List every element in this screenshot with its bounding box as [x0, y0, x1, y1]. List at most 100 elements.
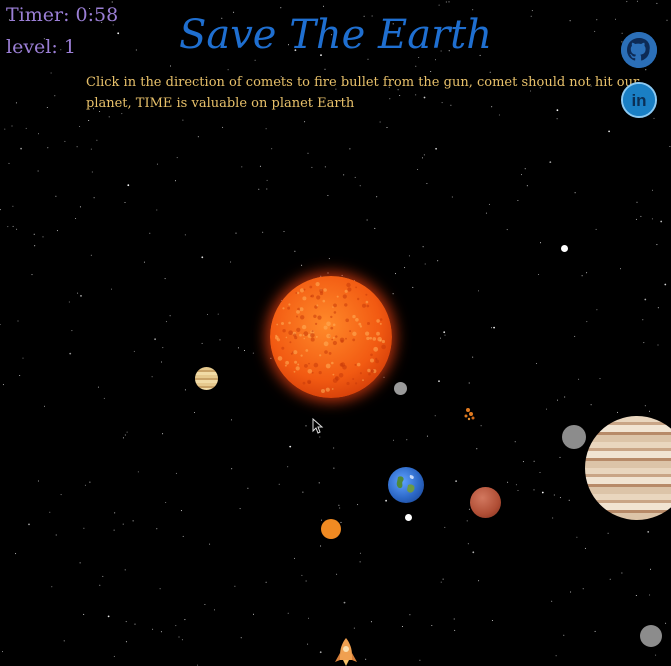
star [252, 352, 254, 354]
star [443, 331, 446, 334]
star [307, 152, 309, 154]
star [319, 651, 322, 654]
star [149, 232, 151, 234]
star [55, 195, 57, 197]
star [440, 581, 442, 583]
star [323, 5, 324, 7]
star [422, 157, 423, 159]
gray-comet[interactable] [562, 425, 586, 449]
star [444, 334, 446, 336]
star [69, 352, 72, 355]
star [311, 166, 313, 168]
star [422, 246, 424, 248]
star [551, 600, 553, 602]
star [480, 425, 482, 427]
star [437, 260, 439, 262]
star [265, 581, 267, 583]
star [392, 293, 394, 295]
star [111, 288, 112, 290]
star [33, 233, 35, 235]
star [49, 511, 51, 513]
star [280, 7, 282, 9]
star [435, 59, 436, 61]
gray-comet[interactable] [640, 625, 662, 647]
star [401, 626, 403, 627]
star [379, 121, 381, 123]
linkedin-link[interactable]: in [621, 82, 657, 118]
star [552, 517, 554, 519]
star [154, 338, 157, 341]
star [467, 543, 469, 545]
star [599, 378, 601, 380]
star [11, 125, 13, 127]
star [609, 578, 611, 580]
white-comet[interactable] [561, 245, 568, 252]
star [353, 627, 355, 629]
star [79, 562, 81, 564]
star [444, 526, 446, 528]
star [25, 127, 27, 129]
star [574, 335, 576, 337]
star [517, 200, 519, 201]
star [576, 536, 578, 538]
game-title: Save The Earth [178, 12, 493, 58]
star [321, 519, 322, 521]
star [517, 490, 519, 491]
star [650, 568, 651, 570]
star [621, 572, 623, 574]
star [536, 363, 537, 364]
game-instructions: Click in the direction of comets to fire… [86, 75, 640, 111]
star [37, 480, 39, 482]
star [262, 231, 264, 233]
star [237, 347, 239, 349]
star [636, 0, 638, 2]
star [182, 535, 184, 537]
rocket-gun[interactable] [331, 636, 361, 666]
star [533, 460, 535, 462]
star [608, 130, 610, 133]
star [434, 415, 436, 417]
sun-surface [275, 282, 386, 393]
star [354, 176, 356, 178]
star [170, 65, 171, 67]
star [37, 170, 39, 172]
star [125, 641, 127, 643]
star [438, 380, 440, 383]
star [44, 405, 45, 407]
github-link[interactable] [621, 32, 657, 68]
star [590, 404, 592, 406]
star [17, 320, 19, 322]
star [175, 180, 176, 182]
star [241, 166, 243, 168]
star [448, 1, 450, 3]
star [287, 466, 289, 468]
star [435, 147, 437, 150]
star [91, 171, 93, 173]
star [476, 448, 478, 450]
orange-comet[interactable] [321, 519, 341, 539]
white-comet[interactable] [405, 514, 412, 521]
star [270, 357, 272, 359]
star [176, 157, 178, 159]
star [42, 236, 44, 238]
star [657, 307, 659, 309]
planet-mars [470, 487, 501, 518]
explosion-debris [464, 408, 475, 421]
star [549, 161, 552, 164]
planet-venus [195, 367, 218, 390]
star [498, 114, 500, 116]
star [162, 433, 164, 435]
earth-continents [396, 475, 415, 493]
star [80, 295, 82, 297]
star [415, 65, 417, 67]
star [367, 58, 369, 60]
star [451, 196, 453, 198]
star [169, 315, 171, 317]
star [365, 658, 367, 660]
star [175, 625, 177, 627]
star [244, 350, 245, 351]
star [219, 339, 221, 341]
star [60, 494, 62, 496]
star [359, 552, 361, 554]
star [540, 242, 541, 244]
